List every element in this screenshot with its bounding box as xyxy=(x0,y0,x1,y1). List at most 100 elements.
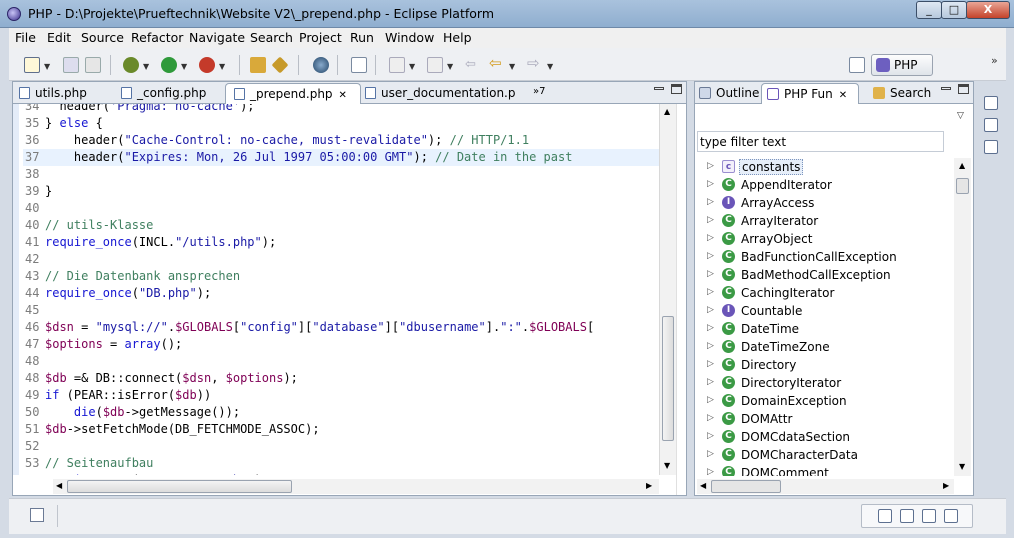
expand-icon[interactable]: ▷ xyxy=(707,233,714,243)
tab-prepend-php[interactable]: _prepend.php ✕ xyxy=(225,83,361,104)
minimize-editor-icon[interactable] xyxy=(654,87,664,90)
next-annotation-icon[interactable] xyxy=(389,57,405,73)
outline-view-icon[interactable] xyxy=(984,140,998,154)
menu-file[interactable]: File xyxy=(15,30,36,45)
scroll-thumb[interactable] xyxy=(956,178,969,194)
problems-view-icon[interactable] xyxy=(900,509,914,523)
code-line[interactable]: 42 xyxy=(23,251,659,268)
filter-input[interactable]: type filter text xyxy=(697,131,944,152)
tree-item[interactable]: ▷ C ArrayIterator xyxy=(697,212,953,230)
maximize-button[interactable]: □ xyxy=(941,1,967,19)
tree-item[interactable]: ▷ C Directory xyxy=(697,356,953,374)
code-line[interactable]: 53 // Seitenaufbau xyxy=(23,455,659,472)
tab-php-functions[interactable]: PHP Fun ✕ xyxy=(761,83,859,104)
tree-item[interactable]: ▷ C DOMComment xyxy=(697,464,953,476)
tree-item[interactable]: ▷ C DateTimeZone xyxy=(697,338,953,356)
code-line[interactable]: 41 require_once(INCL."/utils.php"); xyxy=(23,234,659,251)
external-tools-dropdown-icon[interactable]: ▼ xyxy=(219,62,225,71)
minimize-view-icon[interactable] xyxy=(941,87,951,90)
globe-icon[interactable] xyxy=(313,57,329,73)
code-line[interactable]: 37 header("Expires: Mon, 26 Jul 1997 05:… xyxy=(23,149,659,166)
expand-icon[interactable]: ▷ xyxy=(707,161,714,171)
code-line[interactable]: 40 // utils-Klasse xyxy=(23,217,659,234)
view-menu-icon[interactable]: ▽ xyxy=(957,111,964,121)
menu-run[interactable]: Run xyxy=(350,30,374,45)
editor-vertical-scrollbar[interactable]: ▲ ▼ xyxy=(659,104,676,475)
code-lines[interactable]: 34 header('Pragma: no-cache'); 35} else {… xyxy=(23,104,659,475)
code-line[interactable]: 36 header("Cache-Control: no-cache, must… xyxy=(23,132,659,149)
scroll-down-icon[interactable]: ▼ xyxy=(664,461,670,470)
tab-config-php[interactable]: _config.php xyxy=(121,83,231,104)
scroll-thumb[interactable] xyxy=(67,480,292,493)
print-icon[interactable] xyxy=(85,57,101,73)
code-line[interactable]: 48 xyxy=(23,353,659,370)
tree-item[interactable]: ▷ C CachingIterator xyxy=(697,284,953,302)
scroll-down-icon[interactable]: ▼ xyxy=(959,462,965,471)
tab-utils-php[interactable]: utils.php xyxy=(19,83,117,104)
tab-search[interactable]: Search xyxy=(873,83,935,104)
tree-item[interactable]: ▷ C DOMCdataSection xyxy=(697,428,953,446)
tree-item[interactable]: ▷ I Countable xyxy=(697,302,953,320)
tasks-view-icon[interactable] xyxy=(922,509,936,523)
code-line[interactable]: 47 $options = array(); xyxy=(23,336,659,353)
expand-icon[interactable]: ▷ xyxy=(707,431,714,441)
expand-icon[interactable]: ▷ xyxy=(707,395,714,405)
expand-icon[interactable]: ▷ xyxy=(707,179,714,189)
menu-refactor[interactable]: Refactor xyxy=(131,30,183,45)
code-line[interactable]: 51 $db->setFetchMode(DB_FETCHMODE_ASSOC); xyxy=(23,421,659,438)
scroll-left-icon[interactable]: ◀ xyxy=(700,481,706,490)
forward-dropdown-icon[interactable]: ▼ xyxy=(547,62,553,71)
back-arrow-icon[interactable]: ⇦ xyxy=(489,54,505,72)
tab-user-documentation[interactable]: user_documentation.p xyxy=(365,83,525,104)
restore-view-icon[interactable] xyxy=(984,96,998,110)
toolbar-overflow-icon[interactable]: » xyxy=(991,54,998,67)
hierarchy-view-icon[interactable] xyxy=(984,118,998,132)
code-line[interactable]: 54require_once(INCL."/page.php"); xyxy=(23,472,659,475)
more-tabs-button[interactable]: »7 xyxy=(533,86,545,97)
close-tab-icon[interactable]: ✕ xyxy=(339,90,347,101)
scroll-up-icon[interactable]: ▲ xyxy=(959,161,965,170)
scroll-thumb[interactable] xyxy=(662,316,674,441)
code-line[interactable]: 35} else { xyxy=(23,115,659,132)
scroll-up-icon[interactable]: ▲ xyxy=(664,107,670,116)
close-button[interactable]: X xyxy=(966,1,1010,19)
code-line[interactable]: 48 $db =& DB::connect($dsn, $options); xyxy=(23,370,659,387)
menu-source[interactable]: Source xyxy=(81,30,124,45)
back-dropdown-icon[interactable]: ▼ xyxy=(509,62,515,71)
code-line[interactable]: 49 if (PEAR::isError($db)) xyxy=(23,387,659,404)
minimize-button[interactable]: _ xyxy=(916,1,942,19)
debug-icon[interactable] xyxy=(123,57,139,73)
code-line[interactable]: 40 xyxy=(23,200,659,217)
code-line[interactable]: 39} xyxy=(23,183,659,200)
wand-icon[interactable] xyxy=(271,56,289,74)
expand-icon[interactable]: ▷ xyxy=(707,287,714,297)
menu-project[interactable]: Project xyxy=(299,30,342,45)
save-icon[interactable] xyxy=(63,57,79,73)
expand-icon[interactable]: ▷ xyxy=(707,215,714,225)
next-annotation-dropdown-icon[interactable]: ▼ xyxy=(409,62,415,71)
tree-item[interactable]: ▷ c constants xyxy=(697,158,953,176)
tree-item[interactable]: ▷ C BadFunctionCallException xyxy=(697,248,953,266)
run-icon[interactable] xyxy=(161,57,177,73)
tree-item[interactable]: ▷ C BadMethodCallException xyxy=(697,266,953,284)
new-icon[interactable] xyxy=(24,57,40,73)
tree-item[interactable]: ▷ C DateTime xyxy=(697,320,953,338)
tab-outline[interactable]: Outline xyxy=(699,83,763,104)
tree-item[interactable]: ▷ C DOMCharacterData xyxy=(697,446,953,464)
tree-horizontal-scrollbar[interactable]: ◀ ▶ xyxy=(697,479,954,494)
tree-item[interactable]: ▷ I ArrayAccess xyxy=(697,194,953,212)
tree-item[interactable]: ▷ C AppendIterator xyxy=(697,176,953,194)
forward-arrow-icon[interactable]: ⇨ xyxy=(527,54,543,72)
expand-icon[interactable]: ▷ xyxy=(707,269,714,279)
code-line[interactable]: 34 header('Pragma: no-cache'); xyxy=(23,104,659,115)
expand-icon[interactable]: ▷ xyxy=(707,377,714,387)
code-line[interactable]: 45 xyxy=(23,302,659,319)
scroll-left-icon[interactable]: ◀ xyxy=(56,481,62,490)
restore-icon[interactable] xyxy=(878,509,892,523)
scroll-thumb[interactable] xyxy=(711,480,781,493)
previous-annotation-dropdown-icon[interactable]: ▼ xyxy=(447,62,453,71)
open-perspective-icon[interactable] xyxy=(849,57,865,73)
expand-icon[interactable]: ▷ xyxy=(707,251,714,261)
fast-view-icon[interactable] xyxy=(30,508,44,522)
close-tab-icon[interactable]: ✕ xyxy=(839,90,847,101)
